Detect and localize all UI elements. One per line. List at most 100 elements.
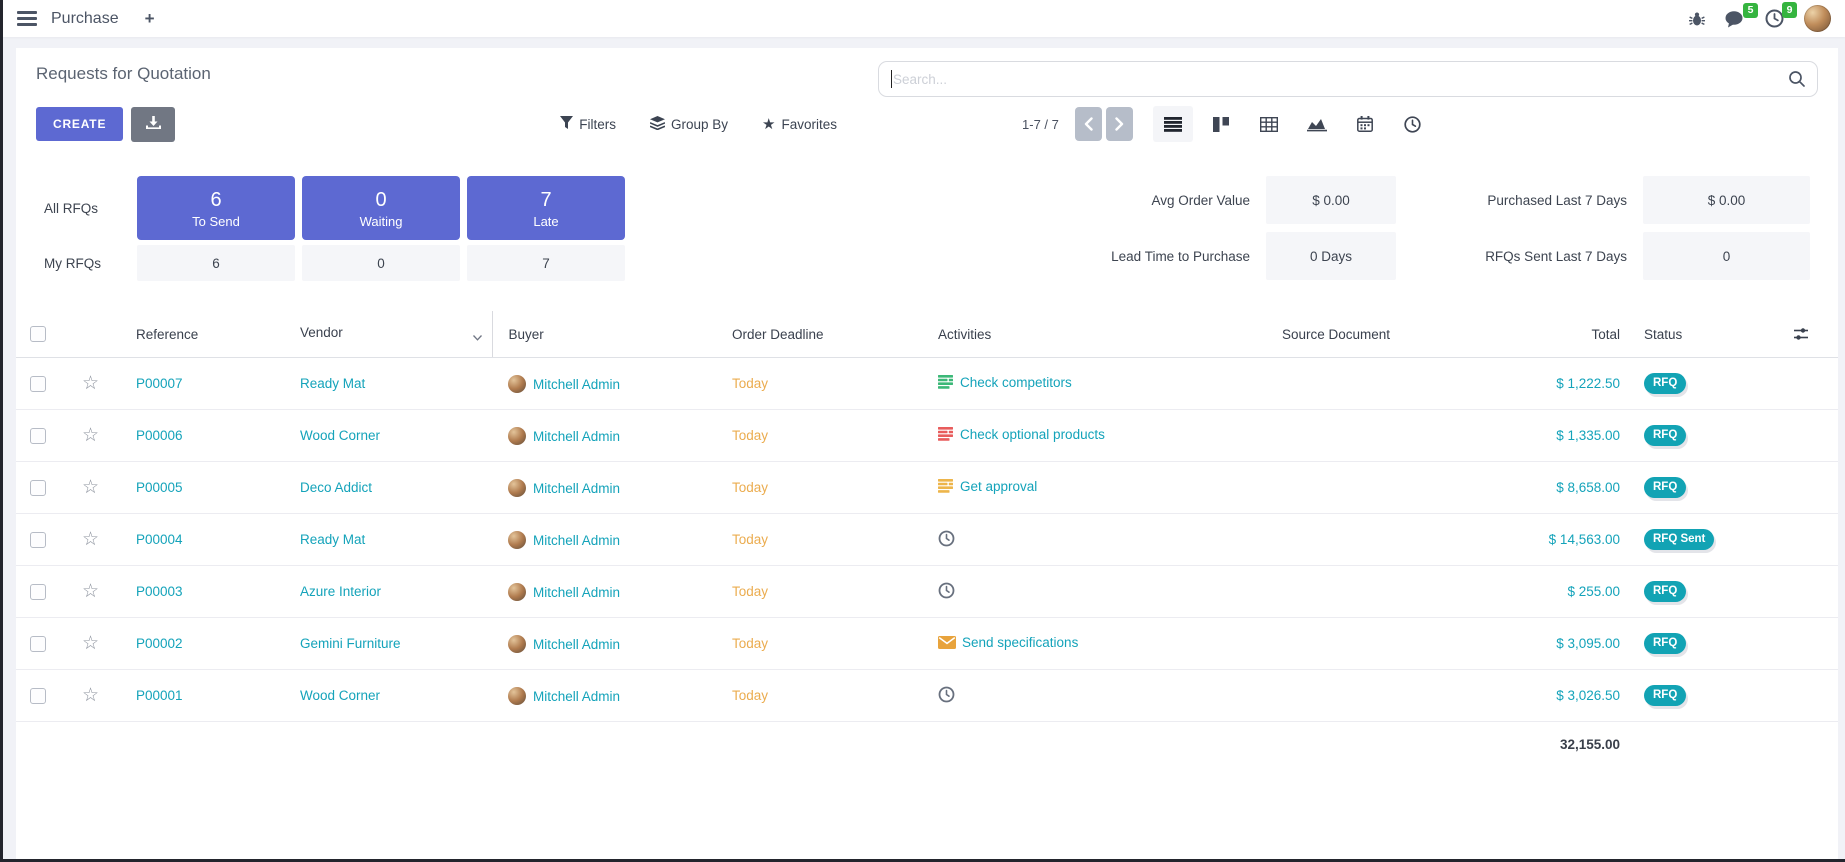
select-all-checkbox[interactable] — [30, 326, 46, 342]
activity-label[interactable]: Send specifications — [962, 635, 1078, 650]
status-badge: RFQ — [1644, 425, 1686, 445]
total-amount: $ 8,658.00 — [1516, 462, 1628, 514]
table-row[interactable]: ☆P00007Ready MatMitchell AdminTodayCheck… — [16, 358, 1838, 410]
buyer-link[interactable]: Mitchell Admin — [533, 481, 620, 496]
activity-label[interactable]: Check competitors — [960, 375, 1072, 390]
export-download-button[interactable] — [131, 107, 175, 142]
header-order-deadline[interactable]: Order Deadline — [716, 311, 922, 358]
list-view-button[interactable] — [1153, 106, 1193, 142]
activity-tasks-icon[interactable] — [938, 427, 954, 444]
reference-link[interactable]: P00003 — [136, 584, 183, 599]
table-row[interactable]: ☆P00002Gemini FurnitureMitchell AdminTod… — [16, 618, 1838, 670]
reference-link[interactable]: P00001 — [136, 688, 183, 703]
reference-link[interactable]: P00007 — [136, 376, 183, 391]
debug-bug-icon[interactable] — [1689, 11, 1705, 27]
activity-clock-icon[interactable] — [938, 686, 955, 706]
search-icon[interactable] — [1788, 70, 1806, 93]
header-status[interactable]: Status — [1628, 311, 1771, 358]
activity-tasks-icon[interactable] — [938, 479, 954, 496]
activities-clock-icon[interactable]: 9 — [1765, 9, 1784, 28]
row-checkbox[interactable] — [30, 584, 46, 600]
buyer-link[interactable]: Mitchell Admin — [533, 533, 620, 548]
table-row[interactable]: ☆P00004Ready MatMitchell AdminToday$ 14,… — [16, 514, 1838, 566]
favorites-button[interactable]: ★ Favorites — [762, 117, 837, 132]
vendor-link[interactable]: Ready Mat — [300, 376, 365, 391]
activity-label[interactable]: Check optional products — [960, 427, 1105, 442]
header-activities[interactable]: Activities — [922, 311, 1156, 358]
messages-icon[interactable]: 5 — [1725, 10, 1745, 28]
reference-link[interactable]: P00002 — [136, 636, 183, 651]
menu-hamburger-icon[interactable] — [17, 11, 37, 26]
status-badge: RFQ — [1644, 477, 1686, 497]
row-checkbox[interactable] — [30, 636, 46, 652]
search-box — [878, 61, 1818, 97]
kpi-my-late[interactable]: 7 — [467, 245, 625, 281]
buyer-link[interactable]: Mitchell Admin — [533, 637, 620, 652]
search-input[interactable] — [878, 61, 1818, 97]
kpi-my-waiting[interactable]: 0 — [302, 245, 460, 281]
vendor-link[interactable]: Wood Corner — [300, 428, 380, 443]
row-checkbox[interactable] — [30, 428, 46, 444]
star-icon[interactable]: ☆ — [82, 425, 99, 446]
source-document-cell — [1156, 566, 1516, 618]
row-checkbox[interactable] — [30, 532, 46, 548]
graph-view-button[interactable] — [1297, 106, 1337, 142]
row-checkbox[interactable] — [30, 376, 46, 392]
previous-page-button[interactable] — [1075, 107, 1102, 141]
star-icon[interactable]: ☆ — [82, 581, 99, 602]
buyer-link[interactable]: Mitchell Admin — [533, 429, 620, 444]
pivot-view-button[interactable] — [1249, 106, 1289, 142]
kanban-view-button[interactable] — [1201, 106, 1241, 142]
header-total[interactable]: Total — [1516, 311, 1628, 358]
status-badge: RFQ — [1644, 685, 1686, 705]
next-page-button[interactable] — [1106, 107, 1133, 141]
create-button[interactable]: CREATE — [36, 107, 123, 141]
buyer-avatar — [508, 531, 526, 549]
kpi-waiting[interactable]: 0 Waiting — [302, 176, 460, 240]
buyer-link[interactable]: Mitchell Admin — [533, 377, 620, 392]
star-icon[interactable]: ☆ — [82, 477, 99, 498]
activity-clock-icon[interactable] — [938, 582, 955, 602]
plus-icon[interactable]: + — [145, 9, 155, 29]
reference-link[interactable]: P00004 — [136, 532, 183, 547]
vendor-link[interactable]: Ready Mat — [300, 532, 365, 547]
vendor-link[interactable]: Deco Addict — [300, 480, 372, 495]
table-row[interactable]: ☆P00001Wood CornerMitchell AdminToday$ 3… — [16, 670, 1838, 722]
header-reference[interactable]: Reference — [120, 311, 284, 358]
app-name[interactable]: Purchase — [51, 10, 119, 28]
buyer-avatar — [508, 375, 526, 393]
row-checkbox[interactable] — [30, 688, 46, 704]
star-icon[interactable]: ☆ — [82, 633, 99, 654]
user-avatar[interactable] — [1804, 5, 1831, 32]
activity-view-button[interactable] — [1393, 106, 1433, 142]
activity-clock-icon[interactable] — [938, 530, 955, 550]
header-source-document[interactable]: Source Document — [1156, 311, 1516, 358]
source-document-cell — [1156, 358, 1516, 410]
table-row[interactable]: ☆P00003Azure InteriorMitchell AdminToday… — [16, 566, 1838, 618]
vendor-link[interactable]: Azure Interior — [300, 584, 381, 599]
vendor-link[interactable]: Gemini Furniture — [300, 636, 401, 651]
table-row[interactable]: ☆P00005Deco AddictMitchell AdminTodayGet… — [16, 462, 1838, 514]
star-icon[interactable]: ☆ — [82, 529, 99, 550]
activity-mail-icon[interactable] — [938, 636, 956, 652]
star-icon[interactable]: ☆ — [82, 685, 99, 706]
optional-columns-icon[interactable] — [1771, 326, 1838, 342]
kpi-to-send[interactable]: 6 To Send — [137, 176, 295, 240]
header-buyer[interactable]: Buyer — [492, 311, 716, 358]
activity-label[interactable]: Get approval — [960, 479, 1037, 494]
kpi-late[interactable]: 7 Late — [467, 176, 625, 240]
buyer-link[interactable]: Mitchell Admin — [533, 585, 620, 600]
activity-tasks-icon[interactable] — [938, 375, 954, 392]
calendar-view-button[interactable] — [1345, 106, 1385, 142]
reference-link[interactable]: P00005 — [136, 480, 183, 495]
star-icon[interactable]: ☆ — [82, 373, 99, 394]
buyer-link[interactable]: Mitchell Admin — [533, 689, 620, 704]
header-vendor[interactable]: Vendor — [284, 311, 492, 358]
row-checkbox[interactable] — [30, 480, 46, 496]
reference-link[interactable]: P00006 — [136, 428, 183, 443]
vendor-link[interactable]: Wood Corner — [300, 688, 380, 703]
group-by-button[interactable]: Group By — [650, 116, 728, 133]
filters-button[interactable]: Filters — [560, 116, 616, 132]
table-row[interactable]: ☆P00006Wood CornerMitchell AdminTodayChe… — [16, 410, 1838, 462]
kpi-my-to-send[interactable]: 6 — [137, 245, 295, 281]
